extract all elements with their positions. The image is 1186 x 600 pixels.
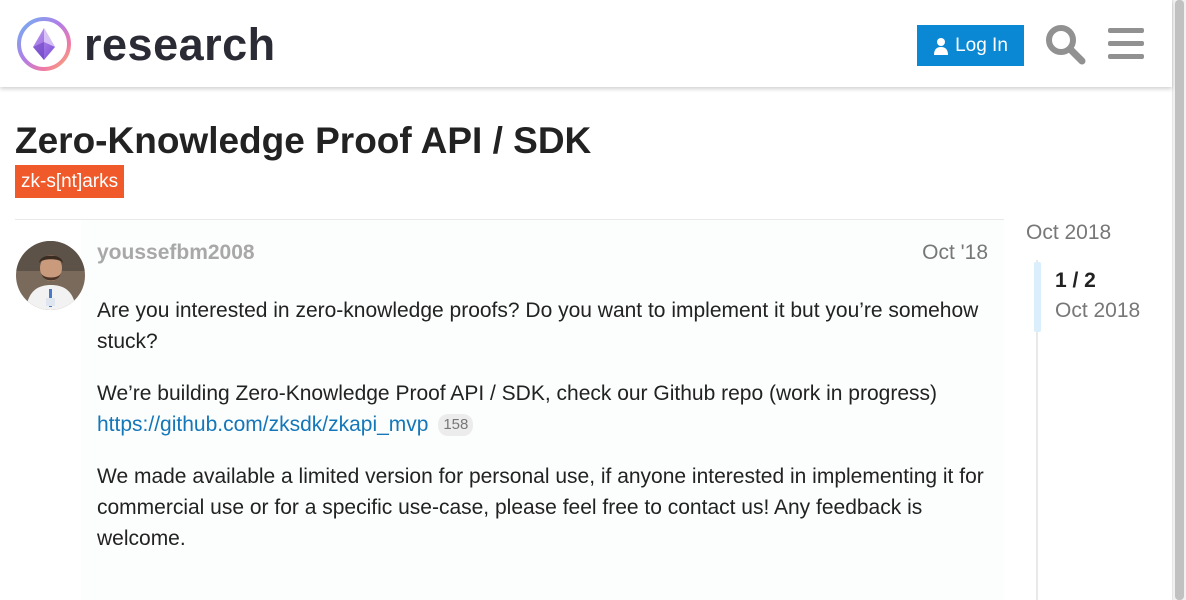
page-scrollbar[interactable] [1172,0,1186,600]
user-icon [934,37,949,55]
category-badge[interactable]: zk-s[nt]arks [15,165,125,198]
post-date[interactable]: Oct '18 [922,241,988,265]
post-content: Are you interested in zero-knowledge pro… [97,295,997,575]
hamburger-menu-icon[interactable] [1104,22,1148,66]
link-click-count-badge: 158 [438,414,474,436]
timeline-scroll-handle[interactable] [1034,262,1041,332]
scrollbar-thumb[interactable] [1175,0,1184,600]
site-header: research Log In [0,0,1172,87]
post-username[interactable]: youssefbm2008 [97,241,255,265]
timeline-current-date: Oct 2018 [1055,299,1141,322]
post-paragraph-text: We’re building Zero-Knowledge Proof API … [97,382,937,405]
topic-title[interactable]: Zero-Knowledge Proof API / SDK [15,120,591,162]
search-icon[interactable] [1043,22,1087,66]
user-avatar-icon [16,241,85,310]
github-repo-link[interactable]: https://github.com/zksdk/zkapi_mvp [97,413,428,436]
post-paragraph: Are you interested in zero-knowledge pro… [97,299,979,353]
site-logo[interactable]: research [16,16,276,72]
post-paragraph: We made available a limited version for … [97,465,984,550]
timeline-progress: 1 / 2 [1055,269,1096,292]
ethereum-research-logo-icon [17,17,71,71]
page: research Log In Zero-Knowledge Proof API… [0,0,1186,600]
post-paragraph: We’re building Zero-Knowledge Proof API … [97,378,997,440]
logo-text: research [84,18,276,70]
login-button[interactable]: Log In [917,25,1024,66]
avatar[interactable] [16,241,85,310]
timeline-start-date[interactable]: Oct 2018 [1026,221,1111,245]
login-label: Log In [955,34,1008,56]
